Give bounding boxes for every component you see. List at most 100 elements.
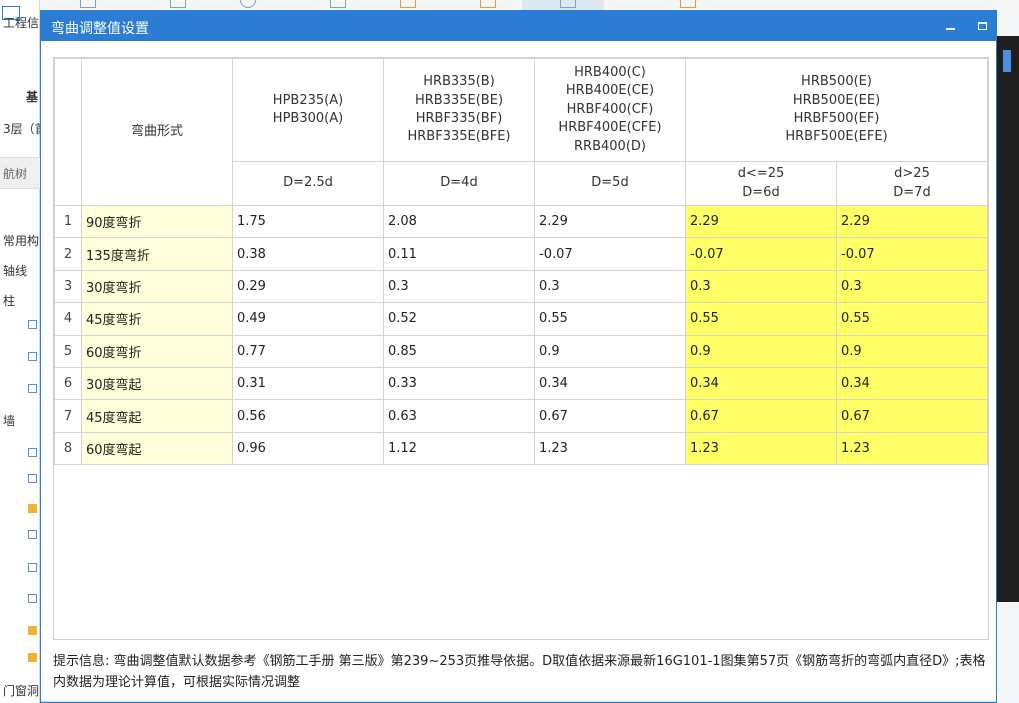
value-cell[interactable]: 0.9 — [685, 334, 837, 368]
tree-node-icon[interactable] — [28, 320, 37, 329]
value-cell[interactable]: 0.34 — [534, 366, 686, 401]
bend-adjustment-dialog: 弯曲调整值设置 弯曲形式 HPB235(A) HPB300(A) HRB335(… — [40, 10, 997, 703]
d-condition: d>25 — [894, 166, 930, 182]
value-cell[interactable]: 0.63 — [383, 399, 535, 433]
value-cell[interactable]: 0.77 — [232, 334, 384, 368]
d-value-header: D=5d — [534, 161, 686, 206]
background-toolbar — [0, 0, 1019, 10]
grade-line: HPB235(A) — [272, 92, 344, 108]
value-cell[interactable]: 1.23 — [836, 431, 988, 466]
minimize-icon — [945, 28, 955, 30]
value-cell[interactable]: 0.3 — [685, 269, 837, 304]
table-row[interactable]: 4 45度弯折 0.49 0.52 0.55 0.55 0.55 — [54, 302, 988, 336]
value-cell[interactable]: -0.07 — [836, 237, 988, 271]
row-index: 7 — [54, 399, 82, 433]
value-cell[interactable]: 2.29 — [534, 204, 686, 239]
value-cell[interactable]: 0.29 — [232, 269, 384, 304]
grade-line: HRB400(C) — [574, 64, 646, 80]
toolbar-icon[interactable] — [560, 0, 576, 8]
value-cell[interactable]: 0.3 — [383, 269, 535, 304]
value-cell[interactable]: 0.67 — [685, 399, 837, 433]
grade-line: HRBF400(CF) — [566, 101, 654, 117]
value-cell[interactable]: 0.31 — [232, 366, 384, 401]
value-cell[interactable]: 2.08 — [383, 204, 535, 239]
grade-group-header: HPB235(A) HPB300(A) — [232, 58, 384, 162]
value-cell[interactable]: 0.55 — [836, 302, 988, 336]
value-cell[interactable]: 1.23 — [685, 431, 837, 466]
value-cell[interactable]: 0.56 — [232, 399, 384, 433]
tree-node-icon[interactable] — [28, 352, 37, 361]
tree-node-icon[interactable] — [28, 474, 37, 483]
toolbar-icon[interactable] — [400, 0, 416, 8]
minimize-button[interactable] — [939, 15, 961, 37]
bend-shape-cell: 135度弯折 — [81, 237, 233, 271]
value-cell[interactable]: 2.29 — [685, 204, 837, 239]
toolbar-icon[interactable] — [80, 0, 96, 8]
table-row[interactable]: 6 30度弯起 0.31 0.33 0.34 0.34 0.34 — [54, 366, 988, 401]
left-label[interactable]: 门窗洞 — [3, 682, 39, 699]
left-label[interactable]: 柱 — [3, 292, 15, 309]
value-cell[interactable]: 0.33 — [383, 366, 535, 401]
tree-node-icon[interactable] — [28, 448, 37, 457]
row-index: 3 — [54, 269, 82, 304]
table-row[interactable]: 2 135度弯折 0.38 0.11 -0.07 -0.07 -0.07 — [54, 237, 988, 271]
dialog-divider — [41, 701, 996, 702]
table-row[interactable]: 5 60度弯折 0.77 0.85 0.9 0.9 0.9 — [54, 334, 988, 368]
value-cell[interactable]: 0.85 — [383, 334, 535, 368]
grade-line: HRB335(B) — [423, 74, 495, 90]
value-cell[interactable]: -0.07 — [685, 237, 837, 271]
value-cell[interactable]: 2.29 — [836, 204, 988, 239]
row-index: 6 — [54, 366, 82, 401]
value-cell[interactable]: 1.23 — [534, 431, 686, 466]
toolbar-icon[interactable] — [170, 0, 186, 8]
bend-shape-cell: 30度弯折 — [81, 269, 233, 304]
grade-group-header: HRB335(B) HRB335E(BE) HRBF335(BF) HRBF33… — [383, 58, 535, 162]
value-cell[interactable]: 0.9 — [836, 334, 988, 368]
value-cell[interactable]: 0.38 — [232, 237, 384, 271]
table-row[interactable]: 8 60度弯起 0.96 1.12 1.23 1.23 1.23 — [54, 431, 988, 466]
value-cell[interactable]: 1.12 — [383, 431, 535, 466]
tree-node-icon[interactable] — [28, 563, 37, 572]
toolbar-icon[interactable] — [330, 0, 346, 8]
toolbar-icon[interactable] — [240, 0, 256, 8]
value-cell[interactable]: 0.52 — [383, 302, 535, 336]
value-cell[interactable]: 0.3 — [836, 269, 988, 304]
left-label[interactable]: 墙 — [3, 412, 15, 429]
tree-node-icon[interactable] — [28, 384, 37, 393]
tree-node-icon[interactable] — [28, 653, 37, 662]
dialog-title: 弯曲调整值设置 — [51, 21, 149, 37]
table-row[interactable]: 3 30度弯折 0.29 0.3 0.3 0.3 0.3 — [54, 269, 988, 304]
background-left-panel: 工程信息 基 3层（首 航树 常用构 轴线 柱 墙 门窗洞 — [0, 0, 51, 703]
value-cell[interactable]: 0.3 — [534, 269, 686, 304]
value-cell[interactable]: 0.67 — [836, 399, 988, 433]
left-label[interactable]: 轴线 — [3, 262, 27, 279]
shape-header: 弯曲形式 — [81, 58, 233, 206]
grade-line: HRB500(E) — [801, 74, 872, 90]
tree-node-icon[interactable] — [28, 530, 37, 539]
table-row[interactable]: 1 90度弯折 1.75 2.08 2.29 2.29 2.29 — [54, 204, 988, 239]
value-cell[interactable]: -0.07 — [534, 237, 686, 271]
tree-node-icon[interactable] — [28, 594, 37, 603]
left-label[interactable]: 常用构 — [3, 232, 39, 249]
toolbar-icon[interactable] — [680, 0, 696, 8]
value-cell[interactable]: 0.55 — [685, 302, 837, 336]
value-cell[interactable]: 0.55 — [534, 302, 686, 336]
dialog-titlebar[interactable]: 弯曲调整值设置 — [41, 11, 996, 41]
value-cell[interactable]: 0.9 — [534, 334, 686, 368]
bend-shape-cell: 60度弯折 — [81, 334, 233, 368]
maximize-icon — [977, 22, 987, 30]
value-cell[interactable]: 0.34 — [685, 366, 837, 401]
value-cell[interactable]: 1.75 — [232, 204, 384, 239]
value-cell[interactable]: 0.67 — [534, 399, 686, 433]
grade-group-header: HRB400(C) HRB400E(CE) HRBF400(CF) HRBF40… — [534, 58, 686, 162]
value-cell[interactable]: 0.96 — [232, 431, 384, 466]
table-row[interactable]: 7 45度弯起 0.56 0.63 0.67 0.67 0.67 — [54, 399, 988, 433]
value-cell[interactable]: 0.34 — [836, 366, 988, 401]
tree-node-icon[interactable] — [28, 504, 37, 513]
toolbar-icon[interactable] — [480, 0, 496, 8]
maximize-button[interactable] — [971, 15, 993, 37]
value-cell[interactable]: 0.11 — [383, 237, 535, 271]
d-value: D=7d — [893, 184, 931, 200]
value-cell[interactable]: 0.49 — [232, 302, 384, 336]
tree-node-icon[interactable] — [28, 626, 37, 635]
